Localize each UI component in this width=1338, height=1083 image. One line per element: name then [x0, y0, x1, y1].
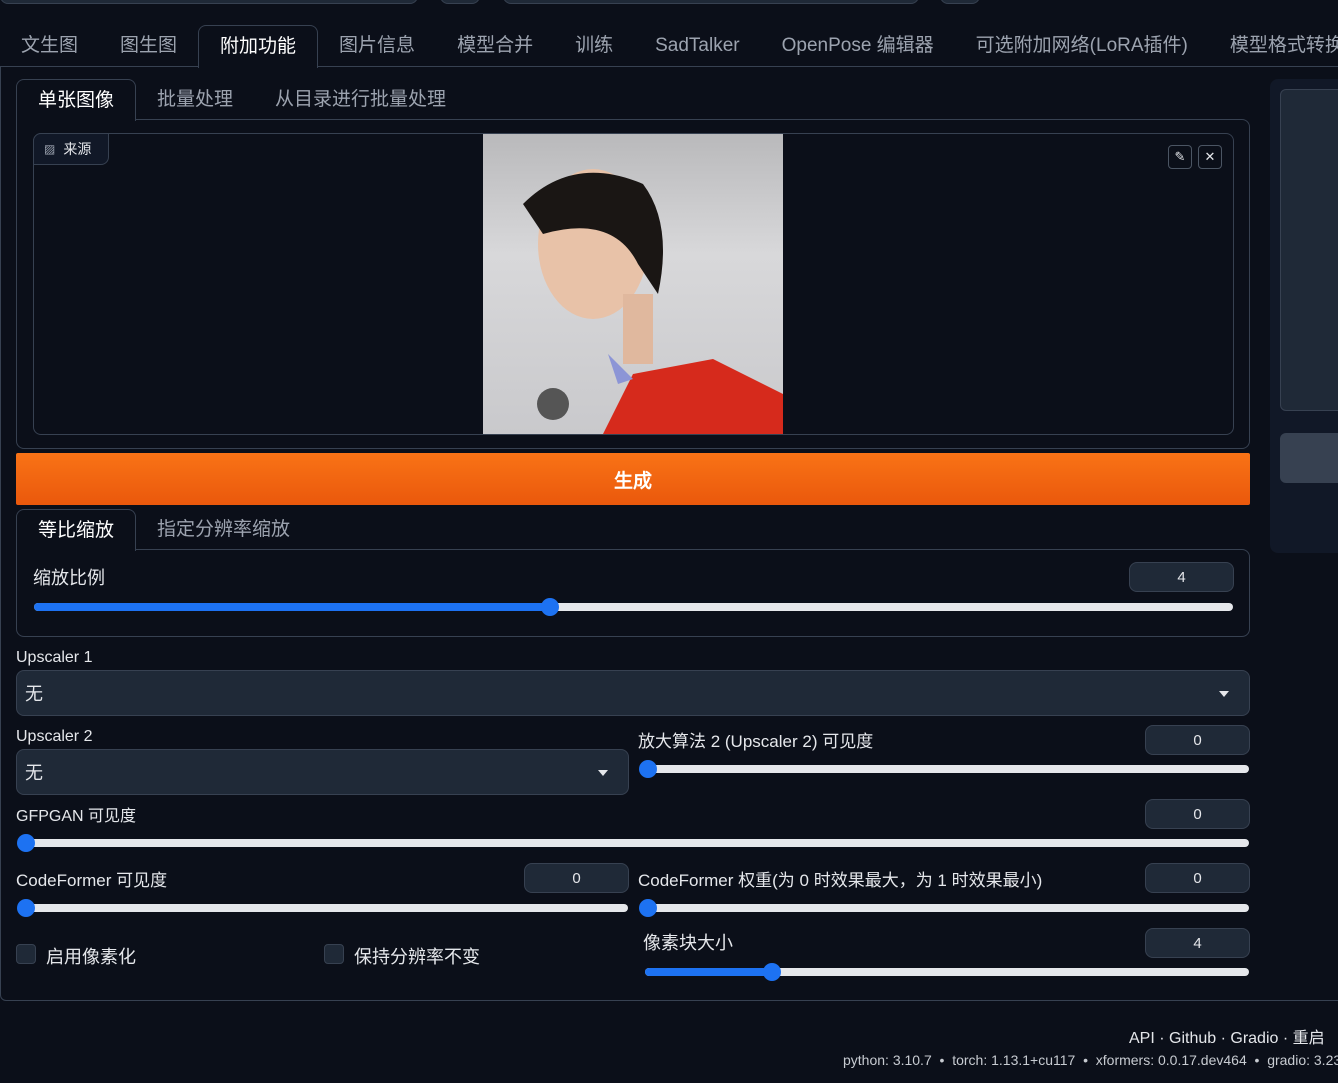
tab-batch[interactable]: 批量处理 — [136, 79, 254, 120]
slider-thumb[interactable] — [540, 598, 559, 616]
upscaler2-select[interactable]: 无 — [16, 749, 629, 795]
image-icon: ▨ — [44, 142, 56, 156]
edit-icon[interactable]: ✎ — [1168, 145, 1192, 169]
tab-extras[interactable]: 附加功能 — [198, 25, 319, 68]
tab-openpose[interactable]: OpenPose 编辑器 — [761, 25, 955, 67]
codeformer-weight-slider[interactable] — [639, 899, 1249, 917]
codeformer-slider[interactable] — [17, 899, 628, 917]
portrait-image — [523, 169, 783, 434]
keep-resolution-label: 保持分辨率不变 — [354, 947, 480, 967]
tab-img2img[interactable]: 图生图 — [99, 25, 198, 67]
chevron-down-icon — [598, 770, 608, 776]
pixelate-label: 启用像素化 — [46, 947, 136, 967]
reload-link[interactable]: 重启 — [1293, 1030, 1325, 1047]
pixelate-checkbox[interactable] — [16, 944, 36, 964]
upscaler2-visibility-slider[interactable] — [639, 760, 1249, 778]
pixel-size-slider[interactable] — [645, 963, 1249, 981]
close-icon[interactable]: ✕ — [1198, 145, 1222, 169]
scale-label: 缩放比例 — [33, 568, 105, 588]
scale-slider[interactable] — [34, 598, 1233, 616]
generate-button[interactable]: 生成 — [16, 453, 1250, 505]
output-panel — [1270, 79, 1338, 553]
pixel-size-input[interactable]: 4 — [1145, 928, 1250, 958]
upscaler2-visibility-input[interactable]: 0 — [1145, 725, 1250, 755]
gfpgan-input[interactable]: 0 — [1145, 799, 1250, 829]
version-info: python: 3.10.7 • torch: 1.13.1+cu117 • x… — [843, 1052, 1338, 1068]
gradio-link[interactable]: Gradio — [1230, 1030, 1278, 1047]
tab-model-merge[interactable]: 模型合并 — [436, 25, 554, 67]
top-button-2[interactable] — [940, 0, 980, 4]
source-label: ▨ 来源 — [33, 133, 109, 165]
tab-lora[interactable]: 可选附加网络(LoRA插件) — [955, 25, 1209, 67]
upscaler1-label: Upscaler 1 — [16, 649, 93, 666]
upscaler2-label: Upscaler 2 — [16, 728, 93, 745]
scale-tabs: 等比缩放 指定分辨率缩放 — [16, 509, 311, 551]
main-tabs: 文生图 图生图 附加功能 图片信息 模型合并 训练 SadTalker Open… — [0, 25, 1338, 68]
slider-thumb[interactable] — [762, 963, 781, 981]
top-button[interactable] — [440, 0, 480, 4]
gfpgan-slider[interactable] — [17, 834, 1249, 852]
codeformer-weight-label: CodeFormer 权重(为 0 时效果最大，为 1 时效果最小) — [638, 871, 1043, 890]
source-image — [483, 134, 783, 434]
tab-train[interactable]: 训练 — [554, 25, 634, 67]
tab-single-image[interactable]: 单张图像 — [16, 79, 137, 121]
codeformer-label: CodeFormer 可见度 — [16, 871, 168, 890]
tab-scale-by[interactable]: 等比缩放 — [16, 509, 137, 551]
slider-thumb[interactable] — [17, 899, 35, 917]
scale-input[interactable]: 4 — [1129, 562, 1234, 592]
tab-scale-to[interactable]: 指定分辨率缩放 — [136, 509, 311, 550]
tab-sadtalker[interactable]: SadTalker — [634, 25, 761, 67]
github-link[interactable]: Github — [1169, 1030, 1216, 1047]
chevron-down-icon — [1219, 691, 1229, 697]
tab-model-convert[interactable]: 模型格式转换 — [1209, 25, 1338, 67]
tab-batch-dir[interactable]: 从目录进行批量处理 — [254, 79, 467, 120]
slider-thumb[interactable] — [17, 834, 35, 852]
tab-png-info[interactable]: 图片信息 — [318, 25, 436, 67]
upscaler1-select[interactable]: 无 — [16, 670, 1250, 716]
footer-links: API · Github · Gradio · 重启 — [1129, 1030, 1325, 1047]
slider-thumb[interactable] — [639, 899, 657, 917]
gfpgan-label: GFPGAN 可见度 — [16, 808, 137, 825]
api-link[interactable]: API — [1129, 1030, 1155, 1047]
pixel-size-label: 像素块大小 — [643, 933, 733, 953]
output-gallery — [1280, 89, 1338, 411]
keep-resolution-checkbox[interactable] — [324, 944, 344, 964]
scale-panel — [16, 549, 1250, 637]
codeformer-input[interactable]: 0 — [524, 863, 629, 893]
input-tabs: 单张图像 批量处理 从目录进行批量处理 — [16, 79, 467, 121]
top-input-2[interactable] — [503, 0, 919, 4]
codeformer-weight-input[interactable]: 0 — [1145, 863, 1250, 893]
output-button[interactable] — [1280, 433, 1338, 483]
tab-txt2img[interactable]: 文生图 — [0, 25, 99, 67]
upscaler2-visibility-label: 放大算法 2 (Upscaler 2) 可见度 — [638, 732, 874, 751]
slider-thumb[interactable] — [639, 760, 657, 778]
top-input[interactable] — [0, 0, 418, 4]
